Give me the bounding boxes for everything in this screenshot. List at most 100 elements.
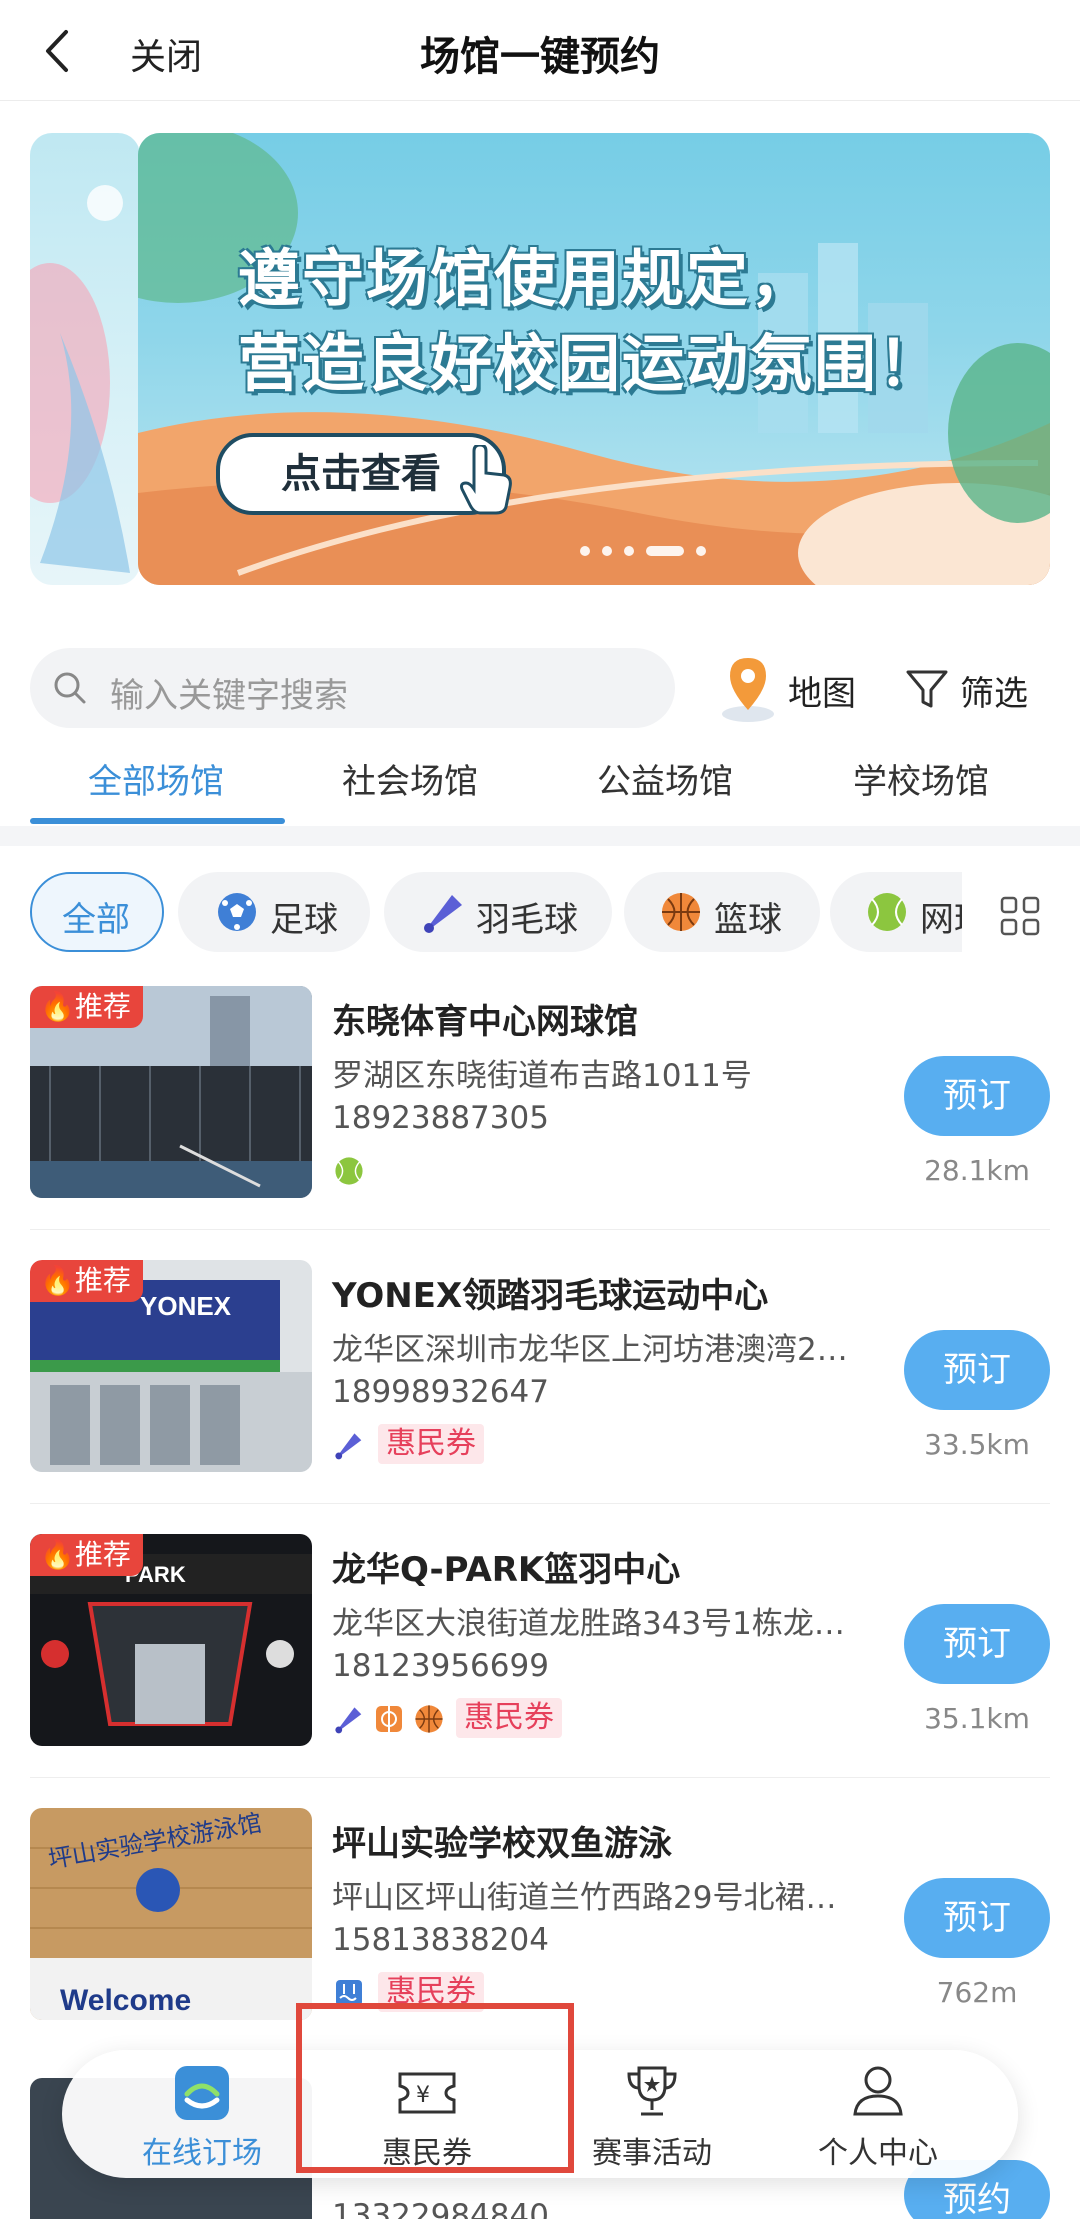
flame-icon: 🔥 [40, 990, 75, 1023]
recommend-badge: 🔥推荐 [30, 986, 143, 1028]
tab-all-venues[interactable]: 全部场馆 [88, 754, 224, 803]
banner-slide[interactable]: 遵守场馆使用规定， 营造良好校园运动氛围！ 点击查看 [138, 133, 1050, 585]
coupon-tag: 惠民券 [378, 1424, 484, 1464]
nav-events[interactable]: 赛事活动 [552, 2050, 752, 2178]
venue-distance: 28.1km [924, 1154, 1030, 1187]
carousel-dot-active[interactable] [646, 546, 684, 556]
search-icon [54, 672, 86, 704]
nav-label: 在线订场 [142, 2136, 262, 2171]
venue-name: YONEX领踏羽毛球运动中心 [332, 1276, 769, 1316]
coupon-tag: 惠民券 [456, 1698, 562, 1738]
tennis-ball-icon [335, 1157, 363, 1185]
chip-soccer[interactable]: 足球 [178, 872, 370, 952]
carousel-dots [580, 541, 718, 556]
chip-basketball[interactable]: 篮球 [624, 872, 820, 952]
book-button[interactable]: 预订 [904, 1878, 1050, 1958]
chip-all-label: 全部 [62, 900, 130, 940]
svg-text:Welcome: Welcome [60, 1984, 191, 2017]
nav-label: 个人中心 [818, 2136, 938, 2171]
venue-address: 罗湖区东晓街道布吉路1011号 [332, 1058, 752, 1094]
venue-phone[interactable]: 13322984840 [332, 2198, 549, 2219]
venue-photo: 🔥推荐 [30, 986, 312, 1198]
venue-address: 龙华区深圳市龙华区上河坊港澳湾2… [332, 1332, 848, 1368]
trophy-icon [627, 2066, 677, 2116]
venue-photo: 坪山实验学校游泳馆 Welcome [30, 1808, 312, 2020]
book-button[interactable]: 预订 [904, 1056, 1050, 1136]
recommend-label: 推荐 [74, 1538, 131, 1571]
booking-logo-icon [175, 2066, 229, 2120]
venue-card[interactable]: PARK 🔥推荐 龙华Q-PARK篮羽中心 龙华区大浪街道龙胜路343号1栋龙…… [30, 1534, 1050, 1746]
map-pin-icon [722, 658, 774, 722]
recommend-badge: 🔥推荐 [30, 1534, 143, 1576]
banner-prev-slide[interactable] [30, 133, 140, 585]
highlight-annotation-box [296, 2003, 574, 2173]
venue-card[interactable]: 坪山实验学校游泳馆 Welcome 坪山实验学校双鱼游泳 坪山区坪山街道兰竹西路… [30, 1808, 1050, 2020]
venue-phone[interactable]: 15813838204 [332, 1922, 549, 1958]
venue-phone[interactable]: 18123956699 [332, 1648, 549, 1684]
shuttlecock-icon [335, 1433, 362, 1460]
basketball-icon [662, 893, 700, 931]
nav-online-booking[interactable]: 在线订场 [102, 2050, 302, 2178]
venue-distance: 35.1km [924, 1702, 1030, 1735]
recommend-label: 推荐 [74, 990, 131, 1023]
sport-filter-chips: 全部 足球 羽毛球 篮球 网球 [0, 872, 1080, 958]
list-divider [30, 1503, 1050, 1504]
chip-badminton-label: 羽毛球 [476, 900, 578, 940]
map-label: 地图 [788, 674, 856, 714]
banner-carousel[interactable]: 遵守场馆使用规定， 营造良好校园运动氛围！ 点击查看 [30, 133, 1050, 585]
venue-distance: 33.5km [924, 1428, 1030, 1461]
venue-phone[interactable]: 18998932647 [332, 1374, 549, 1410]
venue-photo: PARK 🔥推荐 [30, 1534, 312, 1746]
tab-public-venues[interactable]: 公益场馆 [597, 754, 733, 803]
book-button[interactable]: 预订 [904, 1604, 1050, 1684]
banner-headline-1: 遵守场馆使用规定， [238, 242, 815, 315]
chip-tennis[interactable]: 网球 [830, 872, 962, 952]
chip-soccer-label: 足球 [270, 900, 338, 940]
tennis-ball-icon [868, 893, 906, 931]
filter-funnel-icon [906, 670, 948, 708]
filter-label: 筛选 [960, 674, 1028, 714]
tab-social-venues[interactable]: 社会场馆 [342, 754, 478, 803]
pointer-hand-icon [460, 445, 512, 515]
page-title: 场馆一键预约 [420, 34, 660, 80]
venue-card[interactable]: YONEX 🔥推荐 YONEX领踏羽毛球运动中心 龙华区深圳市龙华区上河坊港澳湾… [30, 1260, 1050, 1472]
venue-card[interactable]: 🔥推荐 东晓体育中心网球馆 罗湖区东晓街道布吉路1011号 1892388730… [30, 986, 1050, 1198]
tab-school-venues[interactable]: 学校场馆 [853, 754, 989, 803]
list-divider [30, 1229, 1050, 1230]
recommend-label: 推荐 [74, 1264, 131, 1297]
carousel-dot[interactable] [624, 546, 634, 556]
search-bar[interactable]: 输入关键字搜索 [30, 648, 675, 728]
nav-label: 赛事活动 [592, 2136, 712, 2171]
flame-icon: 🔥 [40, 1538, 75, 1571]
chip-badminton[interactable]: 羽毛球 [384, 872, 612, 952]
venue-name: 东晓体育中心网球馆 [332, 1002, 638, 1042]
venue-address: 坪山区坪山街道兰竹西路29号北裙… [332, 1880, 837, 1916]
shuttlecock-icon [335, 1707, 362, 1734]
carousel-dot[interactable] [602, 546, 612, 556]
user-icon [853, 2066, 903, 2116]
shuttlecock-icon [424, 895, 462, 933]
grid-view-icon[interactable] [998, 894, 1042, 938]
list-divider [30, 1777, 1050, 1778]
basketball-icon [415, 1705, 443, 1733]
carousel-dot[interactable] [696, 546, 706, 556]
venue-phone[interactable]: 18923887305 [332, 1100, 549, 1136]
chip-all[interactable]: 全部 [30, 872, 164, 952]
venue-distance: 762m [936, 1976, 1018, 2009]
svg-text:YONEX: YONEX [140, 1291, 232, 1321]
chip-basketball-label: 篮球 [714, 900, 782, 940]
venue-type-tabs: 全部场馆 社会场馆 公益场馆 学校场馆 [0, 748, 1080, 828]
venue-name: 龙华Q-PARK篮羽中心 [332, 1550, 681, 1590]
recommend-badge: 🔥推荐 [30, 1260, 143, 1302]
active-tab-indicator [30, 818, 285, 824]
chip-tennis-label: 网球 [920, 900, 962, 940]
venue-photo: YONEX 🔥推荐 [30, 1260, 312, 1472]
nav-profile[interactable]: 个人中心 [778, 2050, 978, 2178]
search-input[interactable]: 输入关键字搜索 [110, 668, 348, 717]
carousel-dot[interactable] [580, 546, 590, 556]
venue-name: 坪山实验学校双鱼游泳 [332, 1824, 672, 1864]
top-bar: 关闭 场馆一键预约 [0, 0, 1080, 101]
court-icon [376, 1706, 402, 1732]
book-button[interactable]: 预订 [904, 1330, 1050, 1410]
flame-icon: 🔥 [40, 1264, 75, 1297]
